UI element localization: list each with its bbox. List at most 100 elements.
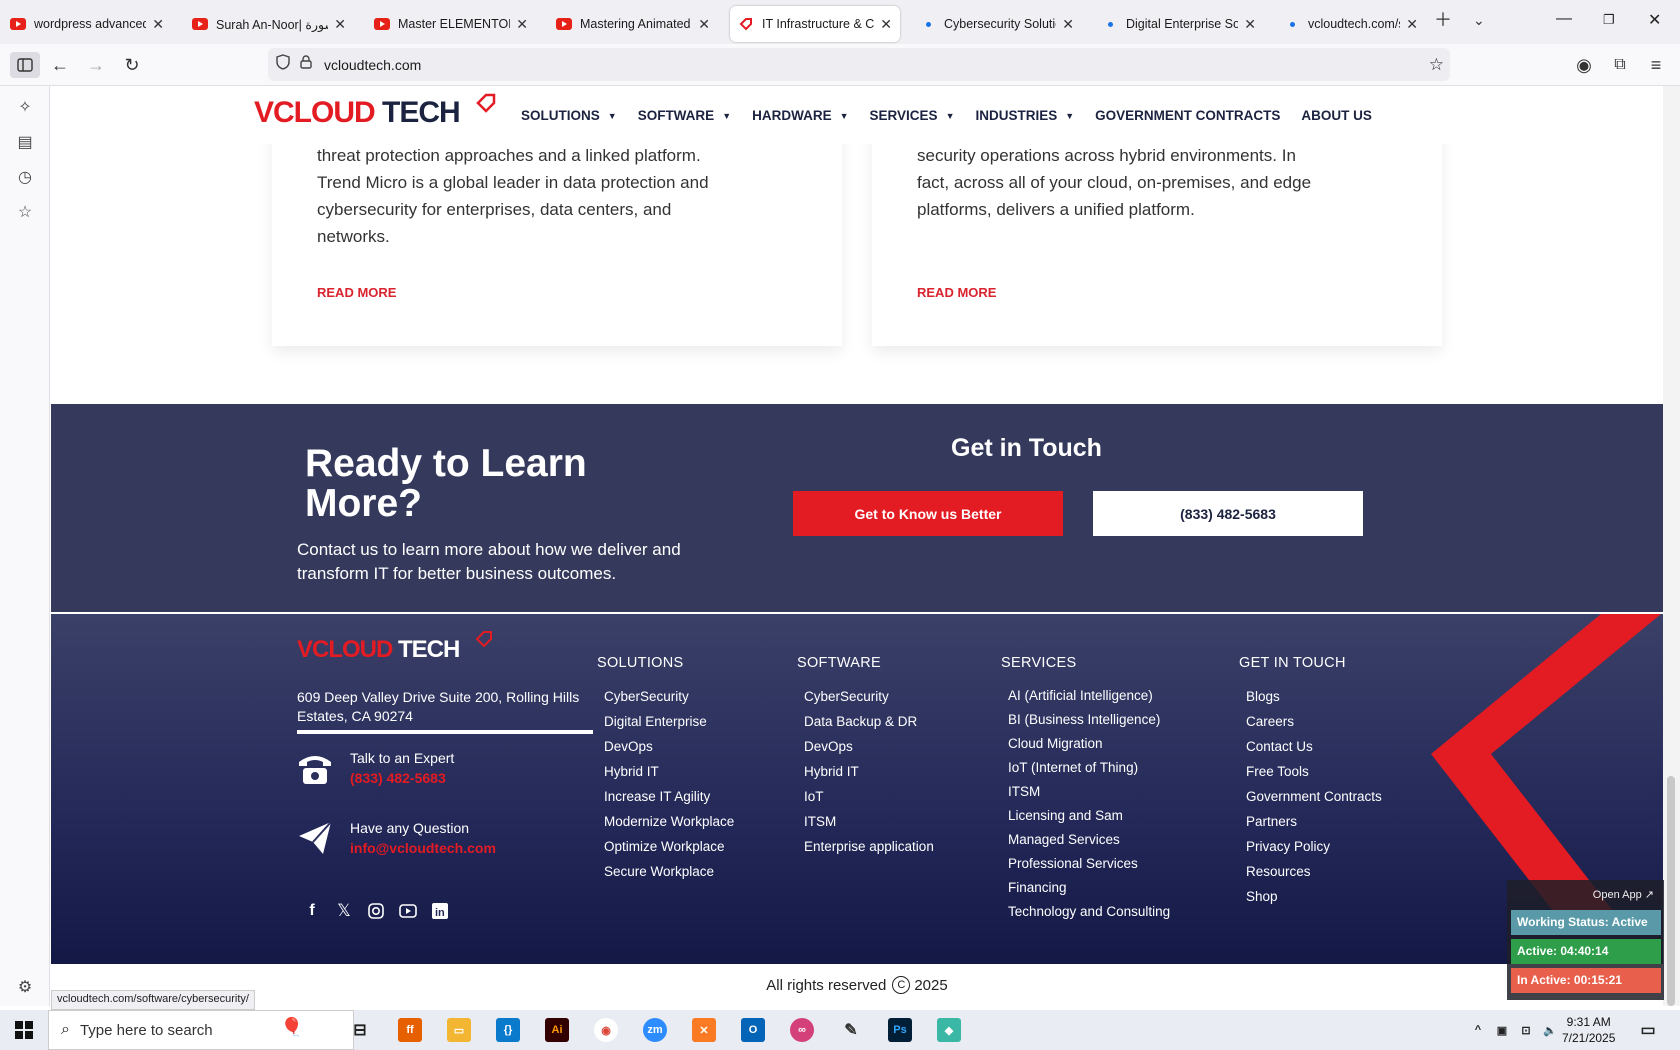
close-tab-icon[interactable]: ✕ — [334, 16, 346, 33]
browser-tab[interactable]: Surah An-Noor| سورة✕ — [184, 6, 354, 42]
footer-link[interactable]: Hybrid IT — [604, 759, 734, 784]
footer-link[interactable]: Digital Enterprise — [604, 709, 734, 734]
footer-link[interactable]: Contact Us — [1246, 734, 1382, 759]
phone-button[interactable]: (833) 482-5683 — [1093, 491, 1363, 536]
footer-link[interactable]: AI (Artificial Intelligence) — [1008, 684, 1170, 708]
footer-link[interactable]: Professional Services — [1008, 852, 1170, 876]
footer-link[interactable]: BI (Business Intelligence) — [1008, 708, 1170, 732]
get-to-know-button[interactable]: Get to Know us Better — [793, 491, 1063, 536]
linkedin-icon[interactable]: in — [431, 902, 449, 920]
tray-app-icon[interactable]: ▣ — [1490, 1018, 1514, 1042]
read-more-link[interactable]: READ MORE — [317, 285, 396, 300]
notifications-icon[interactable]: ▭ — [1636, 1018, 1660, 1042]
close-tab-icon[interactable]: ✕ — [698, 16, 710, 33]
extensions-icon[interactable]: ⧉ — [1606, 52, 1634, 78]
footer-link[interactable]: Licensing and Sam — [1008, 804, 1170, 828]
footer-link[interactable]: IoT — [804, 784, 934, 809]
footer-link[interactable]: Resources — [1246, 859, 1382, 884]
nav-item-solutions[interactable]: SOLUTIONS ▼ — [521, 108, 617, 123]
close-tab-icon[interactable]: ✕ — [1406, 16, 1418, 33]
footer-link[interactable]: Shop — [1246, 884, 1382, 909]
footer-link[interactable]: Enterprise application — [804, 834, 934, 859]
nav-item-software[interactable]: SOFTWARE ▼ — [638, 108, 731, 123]
nav-item-hardware[interactable]: HARDWARE ▼ — [752, 108, 848, 123]
tab-list-chevron-icon[interactable]: ⌄ — [1473, 12, 1485, 29]
lock-icon[interactable] — [300, 55, 312, 74]
browser-tab[interactable]: IT Infrastructure & Cybe✕ — [730, 6, 900, 42]
settings-gear-icon[interactable]: ⚙ — [14, 976, 36, 998]
photoshop-icon[interactable]: Ps — [888, 1018, 912, 1042]
taskbar-search[interactable]: ⌕ Type here to search 🎈 — [48, 1010, 354, 1050]
ai-sparkle-icon[interactable]: ✧ — [14, 96, 36, 118]
browser-tab[interactable]: wordpress advanced ar✕ — [2, 6, 172, 42]
open-app-link[interactable]: Open App ↗ — [1593, 888, 1654, 901]
close-window-icon[interactable]: ✕ — [1648, 10, 1661, 30]
close-tab-icon[interactable]: ✕ — [1062, 16, 1074, 33]
menu-icon[interactable]: ≡ — [1642, 52, 1670, 78]
address-bar[interactable]: vcloudtech.com ☆ — [268, 48, 1450, 81]
footer-link[interactable]: DevOps — [804, 734, 934, 759]
nav-item-government-contracts[interactable]: GOVERNMENT CONTRACTS — [1095, 108, 1280, 123]
history-icon[interactable]: ◷ — [14, 166, 36, 188]
nav-item-industries[interactable]: INDUSTRIES ▼ — [975, 108, 1074, 123]
url-text[interactable]: vcloudtech.com — [324, 57, 421, 73]
synced-tabs-icon[interactable]: ▤ — [14, 131, 36, 153]
account-icon[interactable]: ◉ — [1570, 52, 1598, 78]
facebook-icon[interactable]: f — [303, 902, 321, 920]
footer-link[interactable]: Privacy Policy — [1246, 834, 1382, 859]
footer-logo[interactable]: VCLOUD TECH — [297, 631, 492, 664]
xampp-icon[interactable]: ✕ — [692, 1018, 716, 1042]
reload-icon[interactable]: ↻ — [118, 52, 146, 78]
system-clock[interactable]: 9:31 AM 7/21/2025 — [1562, 1014, 1615, 1046]
windows-start-icon[interactable] — [12, 1018, 36, 1042]
footer-link[interactable]: Increase IT Agility — [604, 784, 734, 809]
scrollbar-thumb[interactable] — [1667, 776, 1675, 1006]
tray-chevron-icon[interactable]: ^ — [1466, 1018, 1490, 1042]
x-icon[interactable]: 𝕏 — [335, 901, 353, 920]
chrome-icon[interactable]: ◉ — [594, 1018, 618, 1042]
footer-link[interactable]: Government Contracts — [1246, 784, 1382, 809]
shield-icon[interactable] — [276, 54, 290, 75]
footer-link[interactable]: Cloud Migration — [1008, 732, 1170, 756]
page-scrollbar[interactable] — [1663, 86, 1680, 1006]
app-gem-icon[interactable]: ◆ — [937, 1018, 961, 1042]
bookmark-star-icon[interactable]: ☆ — [1429, 55, 1444, 75]
talk-to-expert[interactable]: Talk to an Expert (833) 482-5683 — [297, 750, 454, 786]
footer-link[interactable]: Technology and Consulting — [1008, 900, 1170, 924]
back-icon[interactable]: ← — [46, 52, 74, 78]
question-contact[interactable]: Have any Question info@vcloudtech.com — [297, 820, 496, 856]
nav-item-about-us[interactable]: ABOUT US — [1301, 108, 1372, 123]
youtube-icon[interactable] — [399, 902, 417, 920]
footer-link[interactable]: CyberSecurity — [804, 684, 934, 709]
read-more-link[interactable]: READ MORE — [917, 285, 996, 300]
footer-link[interactable]: Blogs — [1246, 684, 1382, 709]
browser-tab[interactable]: Master ELEMENTOR: Bu✕ — [366, 6, 536, 42]
creative-cloud-icon[interactable]: ∞ — [790, 1018, 814, 1042]
vscode-icon[interactable]: {} — [496, 1018, 520, 1042]
file-explorer-icon[interactable]: ▭ — [447, 1018, 471, 1042]
volume-icon[interactable]: 🔈 — [1538, 1018, 1562, 1042]
task-view-icon[interactable]: ⊟ — [348, 1018, 372, 1042]
close-tab-icon[interactable]: ✕ — [516, 16, 528, 33]
sidebar-toggle-icon[interactable] — [10, 52, 40, 78]
firefox-icon[interactable]: ff — [398, 1018, 422, 1042]
footer-link[interactable]: IoT (Internet of Thing) — [1008, 756, 1170, 780]
illustrator-icon[interactable]: Ai — [545, 1018, 569, 1042]
browser-tab[interactable]: Mastering Animated La✕ — [548, 6, 718, 42]
footer-link[interactable]: Partners — [1246, 809, 1382, 834]
footer-link[interactable]: Modernize Workplace — [604, 809, 734, 834]
close-tab-icon[interactable]: ✕ — [1244, 16, 1256, 33]
footer-link[interactable]: Free Tools — [1246, 759, 1382, 784]
minimize-icon[interactable]: — — [1556, 10, 1572, 28]
network-icon[interactable]: ⊡ — [1514, 1018, 1538, 1042]
forward-icon[interactable]: → — [82, 52, 110, 78]
footer-link[interactable]: Hybrid IT — [804, 759, 934, 784]
site-logo[interactable]: VCLOUD TECH — [254, 93, 496, 130]
close-tab-icon[interactable]: ✕ — [880, 16, 892, 33]
footer-link[interactable]: ITSM — [804, 809, 934, 834]
browser-tab[interactable]: Cybersecurity Solutions✕ — [912, 6, 1082, 42]
new-tab-icon[interactable]: ＋ — [1434, 6, 1452, 32]
footer-link[interactable]: ITSM — [1008, 780, 1170, 804]
instagram-icon[interactable] — [367, 902, 385, 920]
footer-link[interactable]: Secure Workplace — [604, 859, 734, 884]
